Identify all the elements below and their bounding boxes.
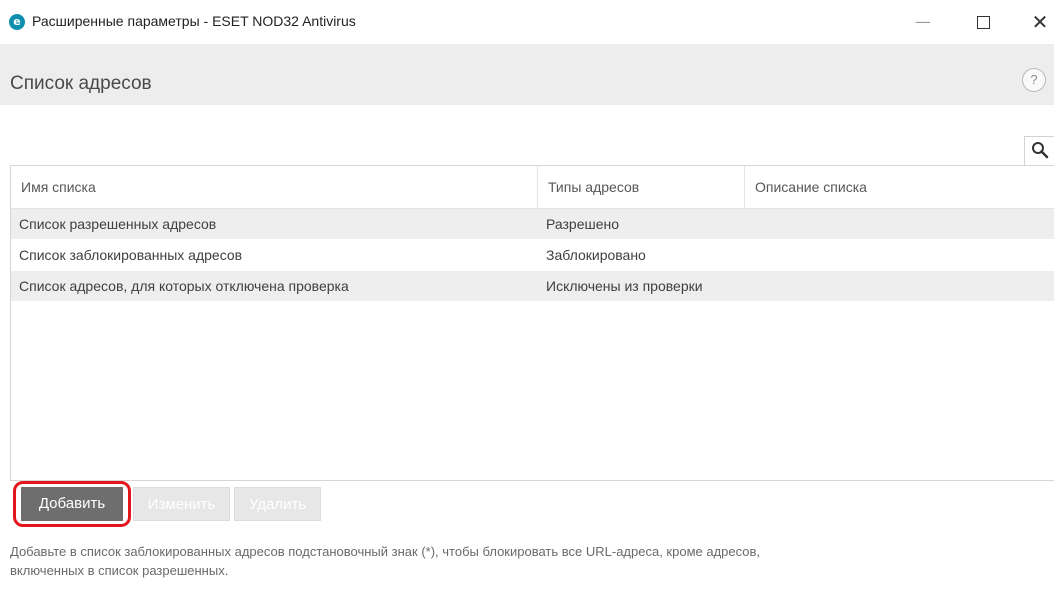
table-row[interactable]: Список заблокированных адресов Заблокиро… bbox=[11, 240, 1054, 270]
add-button[interactable]: Добавить bbox=[21, 487, 123, 521]
hint-text: Добавьте в список заблокированных адресо… bbox=[10, 542, 990, 580]
hint-line-2: включенных в список разрешенных. bbox=[10, 563, 229, 578]
edit-button[interactable]: Изменить bbox=[133, 487, 230, 521]
column-header-list-description[interactable]: Описание списка bbox=[745, 166, 1054, 208]
description-cell bbox=[745, 209, 1054, 239]
table-row[interactable]: Список адресов, для которых отключена пр… bbox=[11, 271, 1054, 301]
list-name-cell: Список разрешенных адресов bbox=[19, 216, 217, 232]
page-title: Список адресов bbox=[10, 73, 152, 94]
table-row[interactable]: Список разрешенных адресов Разрешено bbox=[11, 209, 1054, 239]
description-cell bbox=[745, 271, 1054, 301]
help-icon[interactable]: ? bbox=[1022, 68, 1046, 92]
description-cell bbox=[745, 240, 1054, 270]
table-header: Имя списка Типы адресов Описание списка bbox=[11, 166, 1054, 209]
search-icon bbox=[1032, 142, 1049, 159]
list-name-cell: Список заблокированных адресов bbox=[19, 247, 243, 263]
delete-button[interactable]: Удалить bbox=[234, 487, 321, 521]
hint-line-1: Добавьте в список заблокированных адресо… bbox=[10, 544, 761, 559]
column-header-address-types[interactable]: Типы адресов bbox=[538, 166, 745, 208]
address-type-cell: Разрешено bbox=[546, 216, 620, 232]
window-title: Расширенные параметры - ESET NOD32 Antiv… bbox=[32, 13, 356, 29]
address-lists-table: Имя списка Типы адресов Описание списка … bbox=[10, 165, 1054, 481]
maximize-button[interactable] bbox=[963, 8, 1003, 36]
address-type-cell: Заблокировано bbox=[546, 247, 646, 263]
title-bar: e Расширенные параметры - ESET NOD32 Ant… bbox=[0, 0, 1054, 45]
address-type-cell: Исключены из проверки bbox=[546, 278, 703, 294]
search-button[interactable] bbox=[1024, 136, 1054, 166]
maximize-icon bbox=[976, 16, 990, 29]
list-name-cell: Список адресов, для которых отключена пр… bbox=[19, 278, 349, 294]
minimize-button[interactable]: — bbox=[903, 8, 943, 36]
advanced-settings-window: e Расширенные параметры - ESET NOD32 Ant… bbox=[0, 0, 1054, 590]
eset-logo-icon: e bbox=[9, 14, 25, 30]
column-header-list-name[interactable]: Имя списка bbox=[11, 166, 538, 208]
close-button[interactable]: ✕ bbox=[1020, 8, 1054, 36]
section-header bbox=[0, 45, 1054, 105]
